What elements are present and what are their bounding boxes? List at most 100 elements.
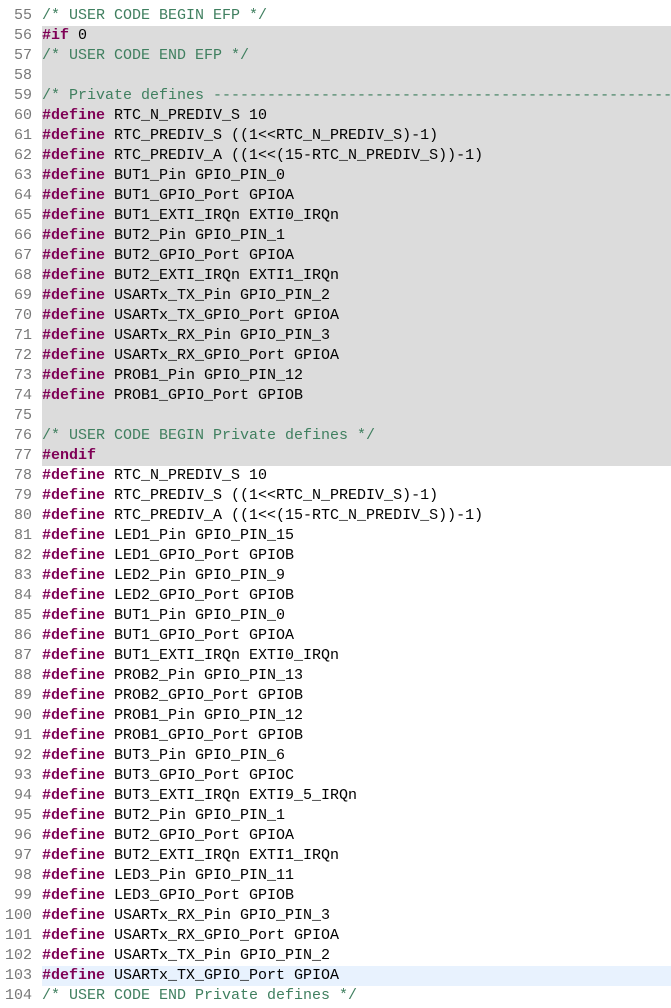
line-code[interactable]: #define LED3_Pin GPIO_PIN_11 bbox=[42, 866, 671, 886]
line-code[interactable]: #define RTC_PREDIV_S ((1<<RTC_N_PREDIV_S… bbox=[42, 486, 671, 506]
code-line[interactable]: 85 #define BUT1_Pin GPIO_PIN_0 bbox=[0, 606, 671, 626]
line-code[interactable]: #define LED1_GPIO_Port GPIOB bbox=[42, 546, 671, 566]
code-line[interactable]: 57 /* USER CODE END EFP */ bbox=[0, 46, 671, 66]
line-code[interactable]: #define BUT1_Pin GPIO_PIN_0 bbox=[42, 606, 671, 626]
code-line[interactable]: 79 #define RTC_PREDIV_S ((1<<RTC_N_PREDIV… bbox=[0, 486, 671, 506]
line-code[interactable]: #define LED2_Pin GPIO_PIN_9 bbox=[42, 566, 671, 586]
code-line[interactable]: 56 #if 0 bbox=[0, 26, 671, 46]
line-code[interactable]: #define LED1_Pin GPIO_PIN_15 bbox=[42, 526, 671, 546]
code-line[interactable]: 73 #define PROB1_Pin GPIO_PIN_12 bbox=[0, 366, 671, 386]
code-line[interactable]: 55 /* USER CODE BEGIN EFP */ bbox=[0, 6, 671, 26]
line-code[interactable]: #define BUT2_Pin GPIO_PIN_1 bbox=[42, 226, 671, 246]
line-code[interactable]: #define LED3_GPIO_Port GPIOB bbox=[42, 886, 671, 906]
code-line[interactable]: 71 #define USARTx_RX_Pin GPIO_PIN_3 bbox=[0, 326, 671, 346]
line-code[interactable]: #define BUT3_EXTI_IRQn EXTI9_5_IRQn bbox=[42, 786, 671, 806]
code-editor[interactable]: 5455/* USER CODE BEGIN EFP */56#if 057/*… bbox=[0, 0, 671, 1006]
line-code[interactable]: #define PROB1_GPIO_Port GPIOB bbox=[42, 726, 671, 746]
code-line[interactable]: 88 #define PROB2_Pin GPIO_PIN_13 bbox=[0, 666, 671, 686]
line-code[interactable]: #define PROB2_GPIO_Port GPIOB bbox=[42, 686, 671, 706]
line-code[interactable]: #define BUT3_Pin GPIO_PIN_6 bbox=[42, 746, 671, 766]
line-code[interactable]: #define RTC_PREDIV_A ((1<<(15-RTC_N_PRED… bbox=[42, 506, 671, 526]
code-line[interactable]: 86 #define BUT1_GPIO_Port GPIOA bbox=[0, 626, 671, 646]
line-code[interactable]: #define USARTx_TX_GPIO_Port GPIOA bbox=[42, 306, 671, 326]
line-code[interactable]: /* USER CODE BEGIN Private defines */ bbox=[42, 426, 671, 446]
code-line[interactable]: 94 #define BUT3_EXTI_IRQn EXTI9_5_IRQn bbox=[0, 786, 671, 806]
line-code[interactable]: #define BUT2_EXTI_IRQn EXTI1_IRQn bbox=[42, 846, 671, 866]
line-code[interactable]: #define USARTx_RX_Pin GPIO_PIN_3 bbox=[42, 326, 671, 346]
line-code[interactable]: /* USER CODE END Private defines */ bbox=[42, 986, 671, 1006]
code-line[interactable]: 65 #define BUT1_EXTI_IRQn EXTI0_IRQn bbox=[0, 206, 671, 226]
line-code[interactable]: #if 0 bbox=[42, 26, 671, 46]
code-line[interactable]: 64 #define BUT1_GPIO_Port GPIOA bbox=[0, 186, 671, 206]
code-line[interactable]: 90 #define PROB1_Pin GPIO_PIN_12 bbox=[0, 706, 671, 726]
line-code[interactable]: #define BUT1_GPIO_Port GPIOA bbox=[42, 186, 671, 206]
code-line[interactable]: 87 #define BUT1_EXTI_IRQn EXTI0_IRQn bbox=[0, 646, 671, 666]
code-line[interactable]: 69 #define USARTx_TX_Pin GPIO_PIN_2 bbox=[0, 286, 671, 306]
code-line[interactable]: 84 #define LED2_GPIO_Port GPIOB bbox=[0, 586, 671, 606]
line-code[interactable]: #define RTC_PREDIV_A ((1<<(15-RTC_N_PRED… bbox=[42, 146, 671, 166]
line-code[interactable] bbox=[42, 406, 671, 426]
line-code[interactable]: #define BUT1_GPIO_Port GPIOA bbox=[42, 626, 671, 646]
code-line[interactable]: 75 bbox=[0, 406, 671, 426]
code-line[interactable]: 66 #define BUT2_Pin GPIO_PIN_1 bbox=[0, 226, 671, 246]
code-line[interactable]: 104 /* USER CODE END Private defines */ bbox=[0, 986, 671, 1006]
line-code[interactable]: #define USARTx_TX_Pin GPIO_PIN_2 bbox=[42, 286, 671, 306]
line-code[interactable]: #define RTC_N_PREDIV_S 10 bbox=[42, 106, 671, 126]
line-code[interactable]: #define USARTx_RX_Pin GPIO_PIN_3 bbox=[42, 906, 671, 926]
code-line[interactable]: 98 #define LED3_Pin GPIO_PIN_11 bbox=[0, 866, 671, 886]
line-code[interactable]: #define BUT2_EXTI_IRQn EXTI1_IRQn bbox=[42, 266, 671, 286]
line-code[interactable]: #define USARTx_TX_Pin GPIO_PIN_2 bbox=[42, 946, 671, 966]
code-line[interactable]: 91 #define PROB1_GPIO_Port GPIOB bbox=[0, 726, 671, 746]
code-line[interactable]: 74 #define PROB1_GPIO_Port GPIOB bbox=[0, 386, 671, 406]
code-line[interactable]: 102 #define USARTx_TX_Pin GPIO_PIN_2 bbox=[0, 946, 671, 966]
code-line[interactable]: 77 #endif bbox=[0, 446, 671, 466]
code-line[interactable]: 59 /* Private defines -------------------… bbox=[0, 86, 671, 106]
line-code[interactable]: #define PROB1_Pin GPIO_PIN_12 bbox=[42, 706, 671, 726]
code-line[interactable]: 97 #define BUT2_EXTI_IRQn EXTI1_IRQn bbox=[0, 846, 671, 866]
code-line[interactable]: 93 #define BUT3_GPIO_Port GPIOC bbox=[0, 766, 671, 786]
code-line[interactable]: 100 #define USARTx_RX_Pin GPIO_PIN_3 bbox=[0, 906, 671, 926]
code-line[interactable]: 103 #define USARTx_TX_GPIO_Port GPIOA bbox=[0, 966, 671, 986]
code-line[interactable]: 68 #define BUT2_EXTI_IRQn EXTI1_IRQn bbox=[0, 266, 671, 286]
code-line[interactable]: 76 /* USER CODE BEGIN Private defines */ bbox=[0, 426, 671, 446]
line-code[interactable]: #define BUT2_GPIO_Port GPIOA bbox=[42, 826, 671, 846]
line-code[interactable]: #define BUT2_GPIO_Port GPIOA bbox=[42, 246, 671, 266]
code-line[interactable]: 80 #define RTC_PREDIV_A ((1<<(15-RTC_N_PR… bbox=[0, 506, 671, 526]
code-line[interactable]: 58 bbox=[0, 66, 671, 86]
line-code[interactable]: #define BUT2_Pin GPIO_PIN_1 bbox=[42, 806, 671, 826]
line-code[interactable]: #define RTC_N_PREDIV_S 10 bbox=[42, 466, 671, 486]
line-code[interactable]: #define USARTx_RX_GPIO_Port GPIOA bbox=[42, 926, 671, 946]
code-line[interactable]: 78 #define RTC_N_PREDIV_S 10 bbox=[0, 466, 671, 486]
code-line[interactable]: 83 #define LED2_Pin GPIO_PIN_9 bbox=[0, 566, 671, 586]
code-line[interactable]: 95 #define BUT2_Pin GPIO_PIN_1 bbox=[0, 806, 671, 826]
code-line[interactable]: 63 #define BUT1_Pin GPIO_PIN_0 bbox=[0, 166, 671, 186]
line-code[interactable]: #define LED2_GPIO_Port GPIOB bbox=[42, 586, 671, 606]
line-code[interactable]: #define USARTx_RX_GPIO_Port GPIOA bbox=[42, 346, 671, 366]
line-code[interactable]: /* Private defines ---------------------… bbox=[42, 86, 671, 106]
code-line[interactable]: 101 #define USARTx_RX_GPIO_Port GPIOA bbox=[0, 926, 671, 946]
line-code[interactable]: #define USARTx_TX_GPIO_Port GPIOA bbox=[42, 966, 671, 986]
code-line[interactable]: 89 #define PROB2_GPIO_Port GPIOB bbox=[0, 686, 671, 706]
line-code[interactable]: #define BUT3_GPIO_Port GPIOC bbox=[42, 766, 671, 786]
line-code[interactable]: #define PROB1_Pin GPIO_PIN_12 bbox=[42, 366, 671, 386]
line-code[interactable]: #define BUT1_EXTI_IRQn EXTI0_IRQn bbox=[42, 646, 671, 666]
line-code[interactable]: #endif bbox=[42, 446, 671, 466]
code-line[interactable]: 61 #define RTC_PREDIV_S ((1<<RTC_N_PREDIV… bbox=[0, 126, 671, 146]
line-code[interactable]: /* USER CODE BEGIN EFP */ bbox=[42, 6, 671, 26]
code-line[interactable]: 62 #define RTC_PREDIV_A ((1<<(15-RTC_N_PR… bbox=[0, 146, 671, 166]
line-code[interactable]: #define PROB1_GPIO_Port GPIOB bbox=[42, 386, 671, 406]
code-line[interactable]: 81 #define LED1_Pin GPIO_PIN_15 bbox=[0, 526, 671, 546]
line-code[interactable] bbox=[42, 66, 671, 86]
code-line[interactable]: 67 #define BUT2_GPIO_Port GPIOA bbox=[0, 246, 671, 266]
code-line[interactable]: 70 #define USARTx_TX_GPIO_Port GPIOA bbox=[0, 306, 671, 326]
code-line[interactable]: 99 #define LED3_GPIO_Port GPIOB bbox=[0, 886, 671, 906]
code-line[interactable]: 92 #define BUT3_Pin GPIO_PIN_6 bbox=[0, 746, 671, 766]
code-line[interactable]: 60 #define RTC_N_PREDIV_S 10 bbox=[0, 106, 671, 126]
line-code[interactable]: #define BUT1_Pin GPIO_PIN_0 bbox=[42, 166, 671, 186]
line-code[interactable]: #define BUT1_EXTI_IRQn EXTI0_IRQn bbox=[42, 206, 671, 226]
code-line[interactable]: 72 #define USARTx_RX_GPIO_Port GPIOA bbox=[0, 346, 671, 366]
line-code[interactable]: /* USER CODE END EFP */ bbox=[42, 46, 671, 66]
line-code[interactable]: #define RTC_PREDIV_S ((1<<RTC_N_PREDIV_S… bbox=[42, 126, 671, 146]
line-code[interactable]: #define PROB2_Pin GPIO_PIN_13 bbox=[42, 666, 671, 686]
code-line[interactable]: 82 #define LED1_GPIO_Port GPIOB bbox=[0, 546, 671, 566]
